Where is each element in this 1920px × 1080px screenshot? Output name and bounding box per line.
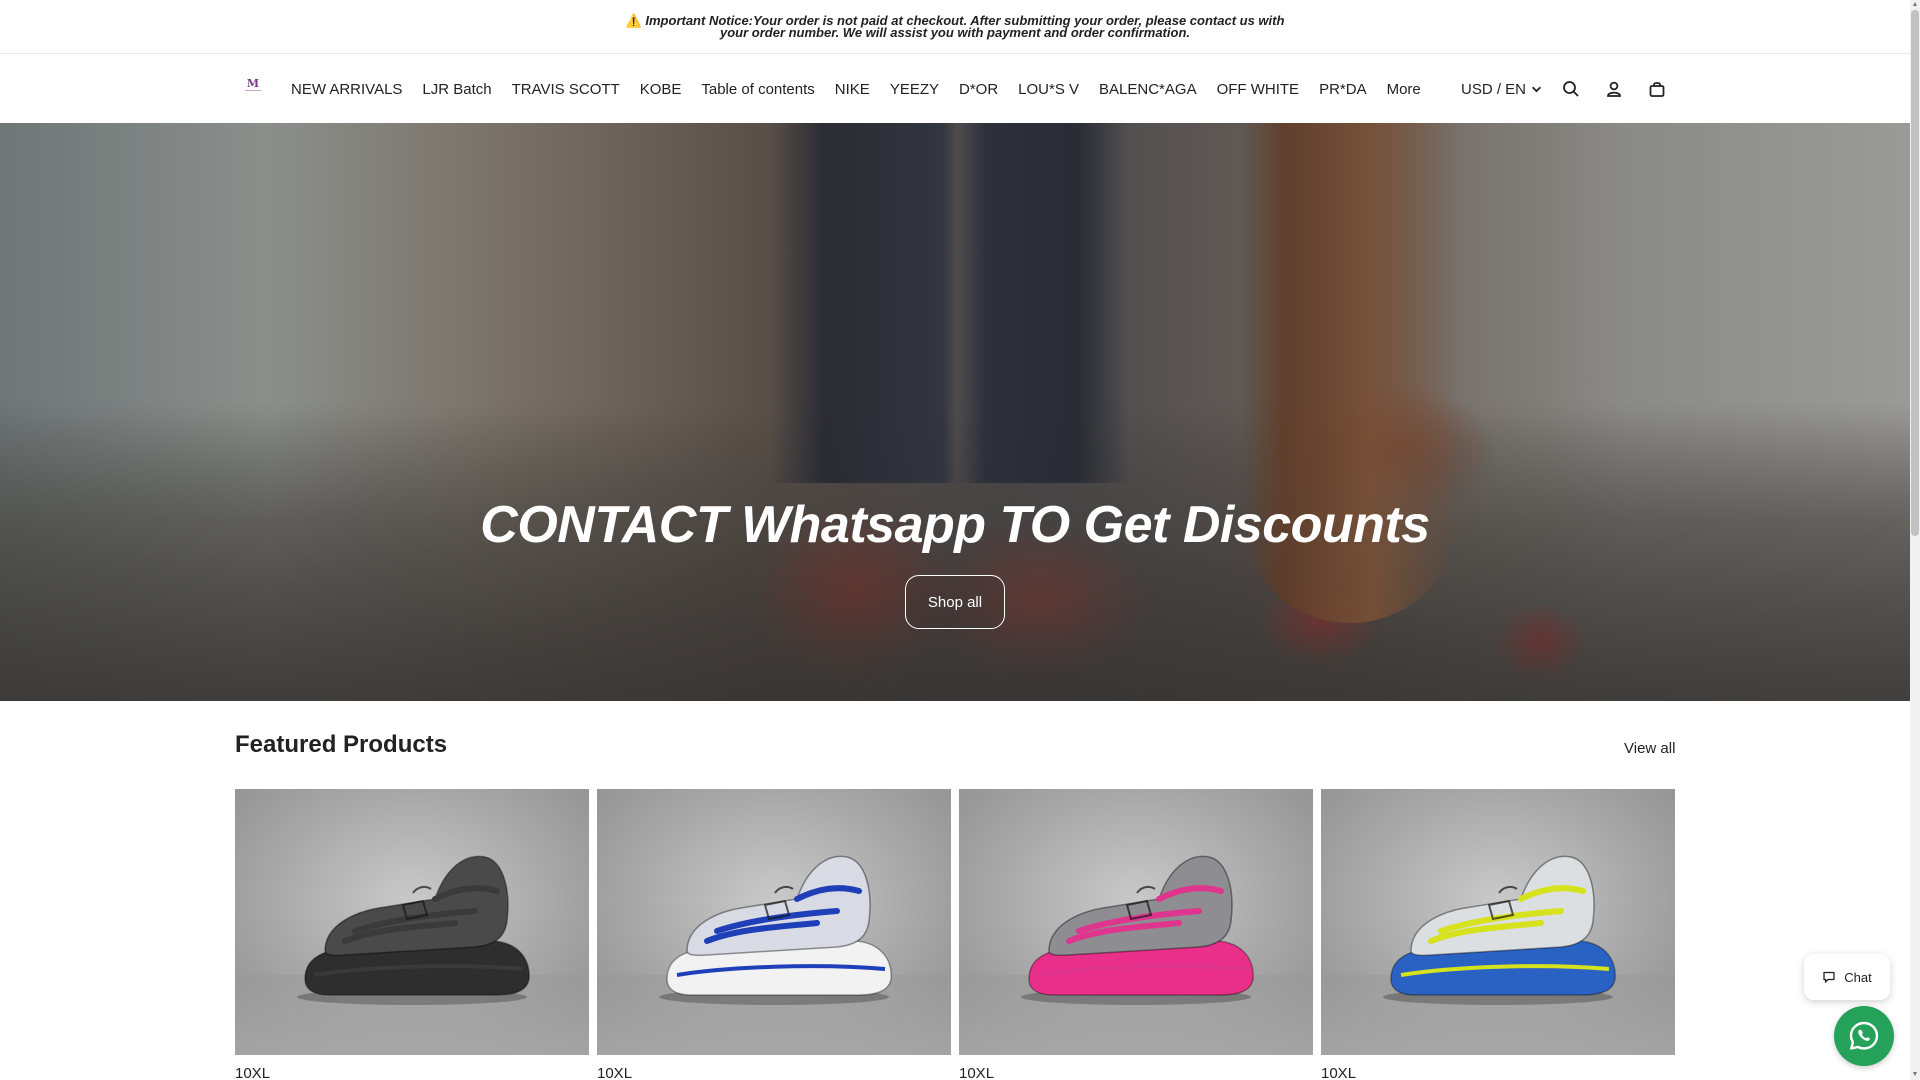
sneaker-image bbox=[659, 855, 892, 1005]
locale-label: USD / EN bbox=[1461, 80, 1527, 98]
product-name[interactable]: 10XL bbox=[235, 1065, 589, 1080]
nav-item-prada[interactable]: PR*DA bbox=[1319, 81, 1367, 98]
whatsapp-icon bbox=[1849, 1021, 1879, 1050]
product-image[interactable] bbox=[959, 789, 1313, 1055]
product-image[interactable] bbox=[597, 789, 951, 1055]
scroll-up-arrow-icon[interactable]: ▲ bbox=[1911, 1, 1919, 9]
search-icon[interactable] bbox=[1559, 77, 1583, 101]
header-actions: USD / EN bbox=[1461, 55, 1669, 123]
nav-item-balenciaga[interactable]: BALENC*AGA bbox=[1099, 81, 1197, 98]
announcement-message: Your order is not paid at checkout. Afte… bbox=[719, 12, 1285, 40]
product-name[interactable]: 10XL bbox=[597, 1065, 951, 1080]
chat-bubble-icon bbox=[1823, 971, 1835, 983]
product-card[interactable]: 10XL bbox=[597, 789, 951, 1080]
product-grid: 10XL 10XL 10XL 10XL bbox=[235, 789, 1683, 1080]
product-image[interactable] bbox=[235, 789, 589, 1055]
cart-icon[interactable] bbox=[1645, 77, 1669, 101]
hero-background-legs bbox=[770, 123, 1130, 483]
warning-icon: ⚠️ bbox=[625, 12, 642, 28]
product-name[interactable]: 10XL bbox=[1321, 1065, 1675, 1080]
nav-item-dior[interactable]: D*OR bbox=[959, 81, 998, 98]
store-logo[interactable]: M bbox=[244, 78, 262, 93]
nav-item-kobe[interactable]: KOBE bbox=[640, 81, 682, 98]
product-card[interactable]: 10XL bbox=[1321, 789, 1675, 1080]
chevron-down-icon bbox=[1532, 86, 1541, 92]
view-all-link[interactable]: View all bbox=[1624, 740, 1675, 757]
announcement-bar: ⚠️ Important Notice:Your order is not pa… bbox=[0, 0, 1910, 54]
sneaker-image bbox=[1021, 855, 1254, 1005]
nav-item-table-of-contents[interactable]: Table of contents bbox=[701, 81, 814, 98]
announcement-text: ⚠️ Important Notice:Your order is not pa… bbox=[625, 12, 1285, 40]
chat-button[interactable]: Chat bbox=[1804, 954, 1890, 1000]
product-image[interactable] bbox=[1321, 789, 1675, 1055]
scrollbar-thumb[interactable] bbox=[1911, 10, 1919, 536]
sneaker-image bbox=[297, 855, 530, 1005]
account-icon[interactable] bbox=[1602, 77, 1626, 101]
whatsapp-button[interactable] bbox=[1834, 1006, 1894, 1066]
nav-item-travis-scott[interactable]: TRAVIS SCOTT bbox=[512, 81, 620, 98]
hero-title: CONTACT Whatsapp TO Get Discounts bbox=[480, 496, 1430, 554]
product-name[interactable]: 10XL bbox=[959, 1065, 1313, 1080]
nav-item-louis-v[interactable]: LOU*S V bbox=[1018, 81, 1079, 98]
nav-item-ljr-batch[interactable]: LJR Batch bbox=[422, 81, 491, 98]
shop-all-button[interactable]: Shop all bbox=[905, 575, 1005, 629]
nav-item-new-arrivals[interactable]: NEW ARRIVALS bbox=[291, 81, 402, 98]
site-header: M NEW ARRIVALS LJR Batch TRAVIS SCOTT KO… bbox=[0, 55, 1910, 123]
nav-item-yeezy[interactable]: YEEZY bbox=[890, 81, 939, 98]
nav-item-nike[interactable]: NIKE bbox=[835, 81, 870, 98]
product-card[interactable]: 10XL bbox=[959, 789, 1313, 1080]
nav-item-more[interactable]: More bbox=[1387, 81, 1421, 98]
product-card[interactable]: 10XL bbox=[235, 789, 589, 1080]
locale-selector[interactable]: USD / EN bbox=[1461, 81, 1542, 98]
featured-products-title: Featured Products bbox=[235, 731, 448, 758]
hero-banner: CONTACT Whatsapp TO Get Discounts Shop a… bbox=[0, 123, 1910, 701]
chat-label: Chat bbox=[1844, 969, 1872, 985]
main-nav: NEW ARRIVALS LJR Batch TRAVIS SCOTT KOBE… bbox=[291, 55, 1441, 123]
scroll-down-arrow-icon[interactable]: ▼ bbox=[1911, 1071, 1919, 1079]
sneaker-image bbox=[1383, 855, 1616, 1005]
nav-item-off-white[interactable]: OFF WHITE bbox=[1217, 81, 1300, 98]
